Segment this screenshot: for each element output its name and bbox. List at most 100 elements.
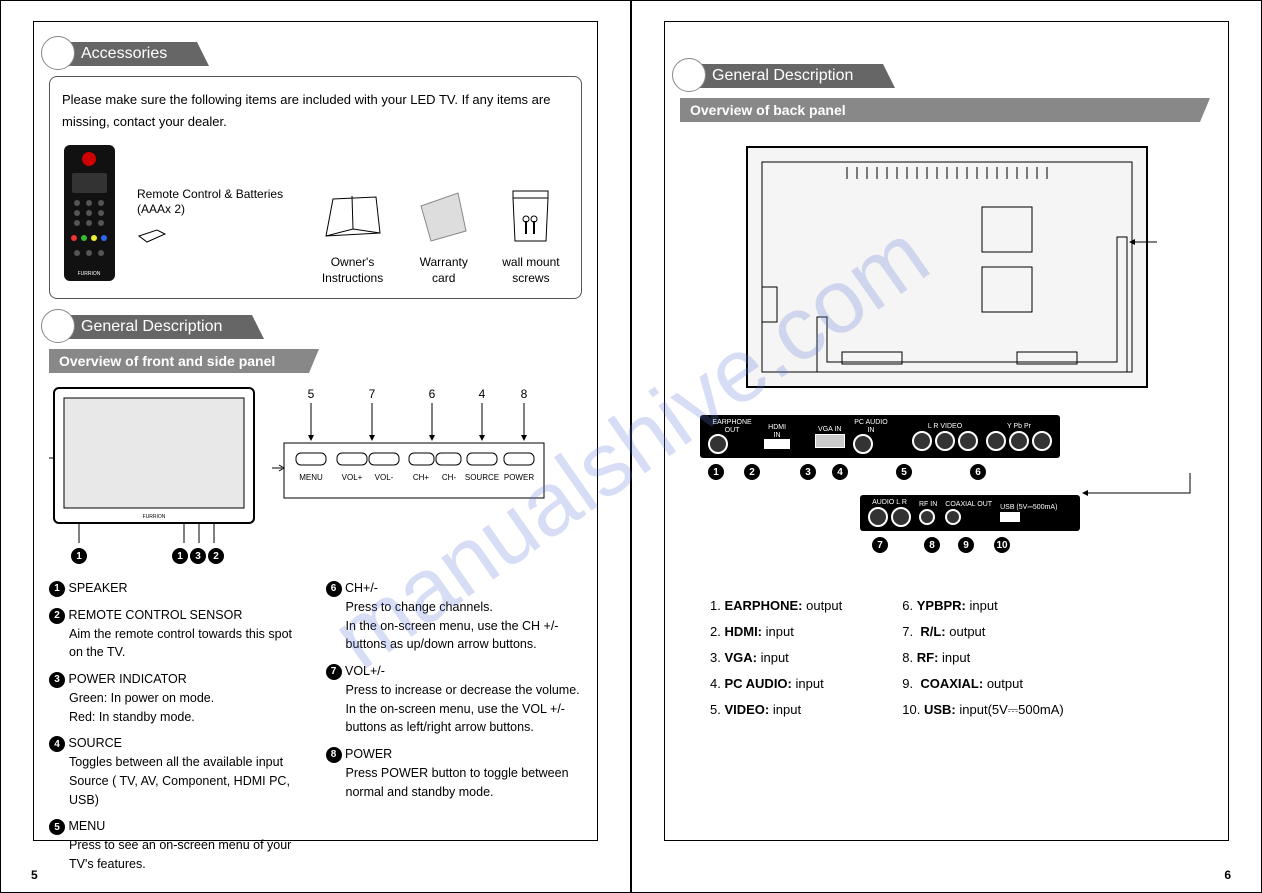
front-panel-subheader: Overview of front and side panel xyxy=(49,349,309,373)
coax-jack-icon xyxy=(945,509,961,525)
vga-port-icon xyxy=(815,434,845,448)
port-strip-2-wrap: AUDIO L R RF IN COAXIAL OUT xyxy=(860,495,1080,553)
page-right: General Description Overview of back pan… xyxy=(631,0,1262,893)
svg-text:VOL-: VOL- xyxy=(375,473,394,482)
page-right-inner: General Description Overview of back pan… xyxy=(664,21,1229,841)
port-strip-2: AUDIO L R RF IN COAXIAL OUT xyxy=(860,495,1080,531)
strip1-numbers: 1 2 3 4 5 6 xyxy=(700,464,1060,480)
general-title-left: General Description xyxy=(59,315,252,339)
earphone-jack-icon xyxy=(708,434,728,454)
port-item: 7. R/L: output xyxy=(902,619,1063,645)
mark-1b: 1 xyxy=(172,548,188,564)
svg-text:CH-: CH- xyxy=(442,473,457,482)
owners-label: Owner's Instructions xyxy=(310,255,394,286)
item-speaker: 1 SPEAKER xyxy=(49,579,306,598)
svg-text:6: 6 xyxy=(429,387,436,401)
port-list-left: 1. EARPHONE: output 2. HDMI: input 3. VG… xyxy=(710,593,842,723)
rca-jack-icon xyxy=(986,431,1006,451)
page-number-left: 5 xyxy=(31,868,38,882)
strip2-numbers: 7 8 9 10 xyxy=(860,537,1080,553)
page-left: Accessories Please make sure the followi… xyxy=(0,0,631,893)
port-list-right: 6. YPBPR: input 7. R/L: output 8. RF: in… xyxy=(902,593,1063,723)
general-title-right: General Description xyxy=(690,64,883,88)
page-left-inner: Accessories Please make sure the followi… xyxy=(33,21,598,841)
accessories-title: Accessories xyxy=(59,42,197,66)
card-icon xyxy=(416,191,471,246)
item-power: 8 POWER Press POWER button to toggle bet… xyxy=(326,745,583,801)
page-number-right: 6 xyxy=(1224,868,1231,882)
header-circle xyxy=(41,309,75,343)
port-item: 1. EARPHONE: output xyxy=(710,593,842,619)
port-item: 4. PC AUDIO: input xyxy=(710,671,842,697)
page-spread: manualshive.com Accessories Please make … xyxy=(0,0,1262,893)
svg-text:FURRION: FURRION xyxy=(143,514,166,520)
warranty-item: Warranty card xyxy=(415,191,473,286)
mark-2: 2 xyxy=(208,548,224,564)
port-item: 6. YPBPR: input xyxy=(902,593,1063,619)
remote-label: Remote Control & Batteries (AAAx 2) xyxy=(137,187,290,218)
bag-icon xyxy=(508,186,553,246)
accessories-box: Please make sure the following items are… xyxy=(49,76,582,299)
strip2-arrow xyxy=(1080,468,1220,528)
screws-item: wall mount screws xyxy=(493,186,569,286)
rca-jack-icon xyxy=(912,431,932,451)
tv-front-diagram: FURRION 1 1 3 2 xyxy=(49,383,259,564)
usb-port-icon xyxy=(1000,512,1020,522)
svg-text:VOL+: VOL+ xyxy=(342,473,363,482)
rca-jack-icon xyxy=(891,507,911,527)
port-strip-1: EARPHONE OUT HDMI IN VGA IN PC AUDIO IN xyxy=(700,415,1060,458)
header-circle xyxy=(672,58,706,92)
general-header-left: General Description xyxy=(41,311,582,339)
item-vol: 7 VOL+/- Press to increase or decrease t… xyxy=(326,662,583,737)
side-buttons-diagram: 5 7 6 4 8 xyxy=(269,383,582,564)
svg-text:7: 7 xyxy=(369,387,376,401)
remote-icon: FURRION xyxy=(62,143,117,283)
svg-text:4: 4 xyxy=(479,387,486,401)
booklet-icon xyxy=(318,191,388,246)
front-panel-list: 1 SPEAKER 2 REMOTE CONTROL SENSOR Aim th… xyxy=(49,579,582,882)
svg-text:POWER: POWER xyxy=(504,473,534,482)
remote-control-item: FURRION xyxy=(62,143,117,286)
item-source: 4 SOURCE Toggles between all the availab… xyxy=(49,734,306,809)
mark-3: 3 xyxy=(190,548,206,564)
svg-text:SOURCE: SOURCE xyxy=(465,473,499,482)
rca-jack-icon xyxy=(1009,431,1029,451)
item-power-indicator: 3 POWER INDICATOR Green: In power on mod… xyxy=(49,670,306,726)
battery-icon xyxy=(137,228,167,246)
rf-jack-icon xyxy=(919,509,935,525)
svg-text:MENU: MENU xyxy=(299,473,323,482)
screws-label: wall mount screws xyxy=(493,255,569,286)
front-panel-area: FURRION 1 1 3 2 5 xyxy=(49,383,582,564)
item-ch: 6 CH+/- Press to change channels. In the… xyxy=(326,579,583,654)
rca-jack-icon xyxy=(958,431,978,451)
owners-item: Owner's Instructions xyxy=(310,191,394,286)
port-strip-1-wrap: EARPHONE OUT HDMI IN VGA IN PC AUDIO IN xyxy=(700,415,1060,480)
general-header-right: General Description xyxy=(672,60,1213,88)
warranty-label: Warranty card xyxy=(415,255,473,286)
rca-jack-icon xyxy=(1032,431,1052,451)
front-list-left: 1 SPEAKER 2 REMOTE CONTROL SENSOR Aim th… xyxy=(49,579,306,882)
pc-audio-jack-icon xyxy=(853,434,873,454)
item-menu: 5 MENU Press to see an on-screen menu of… xyxy=(49,817,306,873)
hdmi-port-icon xyxy=(764,439,790,449)
rca-jack-icon xyxy=(868,507,888,527)
port-item: 2. HDMI: input xyxy=(710,619,842,645)
remote-label-block: Remote Control & Batteries (AAAx 2) xyxy=(137,181,290,249)
item-remote-sensor: 2 REMOTE CONTROL SENSOR Aim the remote c… xyxy=(49,606,306,662)
back-panel-subheader: Overview of back panel xyxy=(680,98,1200,122)
port-item: 3. VGA: input xyxy=(710,645,842,671)
accessories-header: Accessories xyxy=(41,38,582,66)
accessories-row: FURRION Remote Control & Batteries (AAAx… xyxy=(62,143,569,286)
accessories-intro: Please make sure the following items are… xyxy=(62,89,569,133)
svg-text:FURRION: FURRION xyxy=(78,271,101,277)
port-item: 5. VIDEO: input xyxy=(710,697,842,723)
mark-1: 1 xyxy=(71,548,87,564)
back-panel-diagram xyxy=(737,137,1157,400)
svg-text:CH+: CH+ xyxy=(413,473,430,482)
port-item: 10. USB: input(5V⎓500mA) xyxy=(902,697,1063,723)
rca-jack-icon xyxy=(935,431,955,451)
port-item: 9. COAXIAL: output xyxy=(902,671,1063,697)
svg-text:5: 5 xyxy=(308,387,315,401)
back-port-list: 1. EARPHONE: output 2. HDMI: input 3. VG… xyxy=(680,593,1213,723)
svg-text:8: 8 xyxy=(521,387,528,401)
